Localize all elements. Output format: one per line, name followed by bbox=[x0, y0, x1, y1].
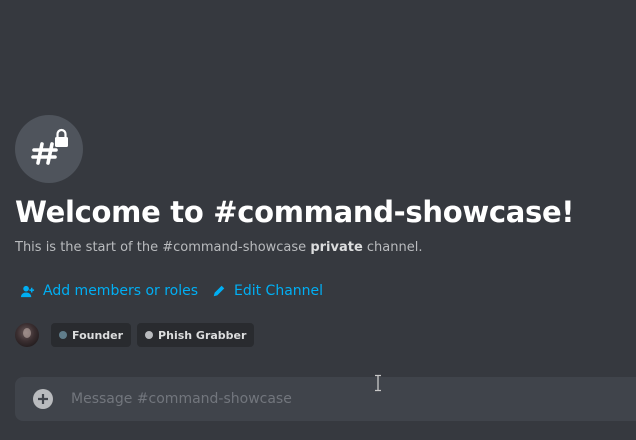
add-members-label: Add members or roles bbox=[43, 283, 199, 299]
message-composer bbox=[15, 377, 636, 421]
member-row: Founder Phish Grabber bbox=[15, 322, 260, 348]
edit-channel-label: Edit Channel bbox=[234, 283, 324, 299]
text-cursor-icon bbox=[375, 374, 381, 392]
plus-circle-icon[interactable] bbox=[33, 389, 53, 409]
user-avatar[interactable] bbox=[15, 323, 39, 347]
role-color-dot bbox=[59, 331, 67, 339]
subtitle-prefix: This is the start of the #command-showca… bbox=[15, 240, 311, 255]
hashtag-lock-icon bbox=[31, 128, 68, 165]
role-name: Phish Grabber bbox=[158, 328, 247, 342]
channel-icon bbox=[15, 115, 83, 183]
welcome-subtitle: This is the start of the #command-showca… bbox=[15, 238, 422, 258]
role-pill-founder[interactable]: Founder bbox=[51, 323, 132, 347]
subtitle-private-label: private bbox=[310, 240, 363, 255]
message-input[interactable] bbox=[71, 377, 636, 421]
subtitle-suffix: channel. bbox=[362, 240, 423, 255]
role-color-dot bbox=[145, 331, 154, 339]
add-members-button[interactable]: Add members or roles bbox=[20, 280, 198, 302]
edit-channel-button[interactable]: Edit Channel bbox=[212, 280, 323, 302]
channel-welcome-screen: Welcome to #command-showcase! This is th… bbox=[0, 0, 636, 440]
role-name: Founder bbox=[72, 328, 124, 342]
welcome-title: Welcome to #command-showcase! bbox=[15, 195, 575, 229]
pencil-icon bbox=[213, 285, 225, 297]
role-pill-phish-grabber[interactable]: Phish Grabber bbox=[137, 323, 255, 347]
person-icon bbox=[20, 285, 35, 297]
